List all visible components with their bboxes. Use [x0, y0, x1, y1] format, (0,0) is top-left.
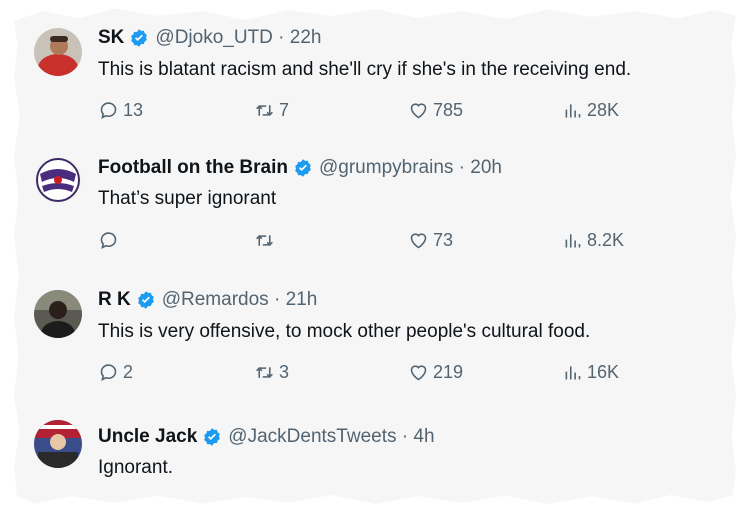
separator-dot: · — [396, 426, 414, 447]
retweet-button[interactable]: 3 — [254, 362, 289, 383]
like-icon — [410, 233, 427, 249]
tweet-header: SK @Djoko_UTD · 22h — [98, 26, 321, 50]
timestamp[interactable]: 4h — [413, 425, 434, 449]
reply-icon — [100, 232, 117, 249]
retweet-icon — [256, 105, 273, 116]
tweet-header: Football on the Brain @grumpybrains · 20… — [98, 156, 502, 180]
verified-badge-icon — [204, 428, 221, 446]
tweet-text: Ignorant. — [98, 457, 173, 478]
action-bar: 13 7 785 28K — [98, 100, 718, 124]
like-button[interactable]: 219 — [408, 362, 463, 383]
avatar[interactable] — [34, 290, 82, 338]
view-count: 16K — [587, 362, 620, 382]
like-count: 785 — [433, 100, 464, 120]
display-name[interactable]: Uncle Jack — [98, 425, 197, 449]
views-button[interactable]: 16K — [562, 362, 619, 383]
action-bar: 73 8.2K — [98, 230, 718, 254]
retweet-count: 7 — [279, 100, 290, 120]
views-icon — [565, 366, 581, 380]
retweet-button[interactable] — [254, 230, 279, 251]
reply-count: 13 — [123, 100, 144, 120]
separator-dot: · — [272, 27, 290, 48]
retweet-count: 3 — [279, 362, 290, 382]
reply-icon — [100, 364, 117, 381]
reply-icon — [100, 102, 117, 119]
views-icon — [565, 104, 581, 118]
timestamp[interactable]: 22h — [290, 26, 322, 50]
timestamp[interactable]: 21h — [286, 288, 318, 312]
handle[interactable]: @Remardos — [162, 288, 269, 312]
display-name[interactable]: Football on the Brain — [98, 156, 288, 180]
like-count: 219 — [433, 362, 464, 382]
avatar[interactable] — [34, 28, 82, 76]
avatar[interactable] — [34, 156, 82, 204]
tweet-text: That’s super ignorant — [98, 188, 277, 209]
action-bar: 2 3 219 16K — [98, 362, 718, 386]
like-icon — [410, 103, 427, 119]
views-button[interactable]: 28K — [562, 100, 619, 121]
retweet-icon — [256, 367, 273, 378]
reply-button[interactable]: 13 — [98, 100, 143, 121]
tweet-header: R K @Remardos · 21h — [98, 288, 317, 312]
torn-paper-card: SK @Djoko_UTD · 22h This is blatant raci… — [14, 8, 736, 504]
reply-count: 2 — [123, 362, 134, 382]
display-name[interactable]: SK — [98, 26, 124, 50]
display-name[interactable]: R K — [98, 288, 131, 312]
views-icon — [565, 234, 581, 248]
retweet-icon — [256, 235, 273, 246]
tweet-text: This is blatant racism and she'll cry if… — [98, 59, 632, 80]
handle[interactable]: @grumpybrains — [319, 156, 453, 180]
tweet-text: This is very offensive, to mock other pe… — [98, 321, 591, 342]
tweet-header: Uncle Jack @JackDentsTweets · 4h — [98, 425, 435, 449]
avatar[interactable] — [34, 420, 82, 468]
like-count: 73 — [433, 230, 454, 250]
separator-dot: · — [453, 157, 471, 178]
view-count: 28K — [587, 100, 620, 120]
separator-dot: · — [268, 289, 286, 310]
like-icon — [410, 365, 427, 381]
verified-badge-icon — [137, 291, 154, 309]
handle[interactable]: @JackDentsTweets — [228, 425, 396, 449]
timestamp[interactable]: 20h — [470, 156, 502, 180]
like-button[interactable]: 73 — [408, 230, 453, 251]
views-button[interactable]: 8.2K — [562, 230, 624, 251]
reply-button[interactable]: 2 — [98, 362, 133, 383]
handle[interactable]: @Djoko_UTD — [155, 26, 272, 50]
retweet-button[interactable]: 7 — [254, 100, 289, 121]
view-count: 8.2K — [587, 230, 625, 250]
like-button[interactable]: 785 — [408, 100, 463, 121]
reply-button[interactable] — [98, 230, 123, 251]
verified-badge-icon — [131, 29, 148, 47]
verified-badge-icon — [295, 159, 311, 177]
